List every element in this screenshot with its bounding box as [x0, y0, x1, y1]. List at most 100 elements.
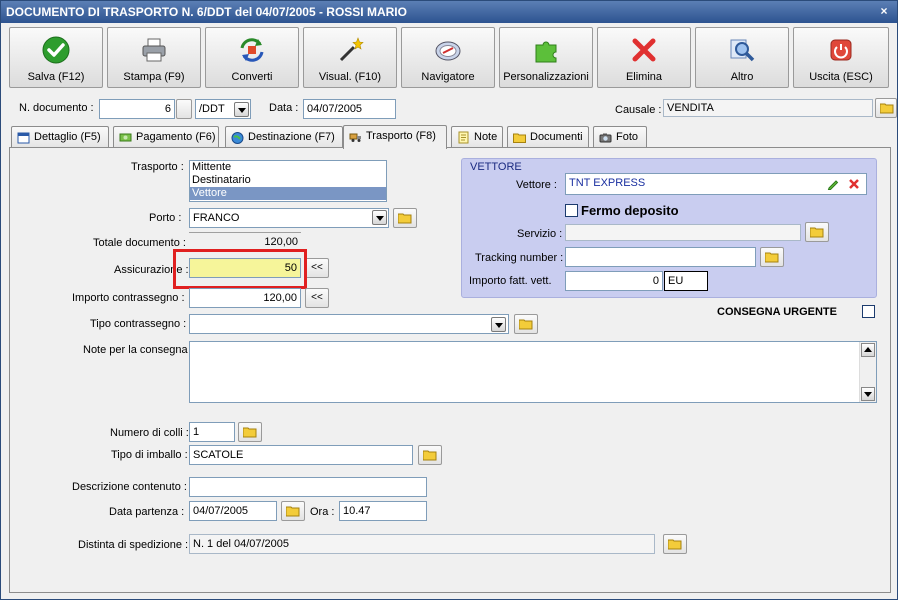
delete-x-icon — [632, 38, 656, 62]
folder-icon — [765, 252, 779, 263]
fermo-deposito-label: Fermo deposito — [581, 203, 679, 218]
toolbar: Salva (F12) Stampa (F9) Converti Visual.… — [1, 23, 897, 91]
contrassegno-shift-button[interactable]: << — [305, 288, 329, 308]
trasporto-option-destinatario[interactable]: Destinatario — [190, 174, 386, 187]
tab-dettaglio-label: Dettaglio (F5) — [34, 131, 101, 143]
document-number-field[interactable]: 6 — [99, 99, 175, 119]
title-bar[interactable]: DOCUMENTO DI TRASPORTO N. 6/DDT del 04/0… — [1, 1, 897, 23]
puzzle-icon — [535, 41, 557, 63]
tracking-number-label: Tracking number : — [475, 252, 564, 264]
importo-fatt-vettore-field[interactable]: 0 — [565, 271, 663, 291]
trasporto-option-mittente[interactable]: Mittente — [190, 161, 386, 174]
convert-button[interactable]: Converti — [205, 27, 299, 88]
causale-field[interactable]: VENDITA — [663, 99, 873, 117]
folder-icon — [519, 319, 533, 330]
tab-note[interactable]: Note — [451, 126, 503, 148]
partenza-folder-button[interactable] — [281, 501, 305, 521]
tab-foto[interactable]: Foto — [593, 126, 647, 148]
currency-field[interactable]: EU — [664, 271, 708, 291]
tracking-folder-button[interactable] — [760, 247, 784, 267]
trasporto-option-vettore[interactable]: Vettore — [190, 187, 386, 200]
delete-label: Elimina — [625, 71, 663, 83]
tab-destinazione[interactable]: Destinazione (F7) — [225, 126, 343, 148]
importo-contrassegno-field[interactable]: 120,00 — [189, 288, 301, 308]
document-number-spinner[interactable] — [176, 99, 192, 119]
note-scrollbar[interactable] — [859, 342, 876, 402]
tab-pagamento[interactable]: Pagamento (F6) — [113, 126, 219, 148]
fermo-deposito-checkbox[interactable] — [565, 204, 578, 217]
vettore-group-title: VETTORE — [470, 161, 522, 173]
navigator-button[interactable]: Navigatore — [401, 27, 495, 88]
porto-folder-button[interactable] — [393, 208, 417, 228]
tipo-imballo-field[interactable]: SCATOLE — [189, 445, 413, 465]
folder-icon — [286, 506, 300, 517]
document-number-label: N. documento : — [19, 102, 94, 114]
servizio-label: Servizio : — [517, 228, 563, 240]
ora-label: Ora : — [310, 506, 335, 518]
convert-label: Converti — [231, 71, 273, 83]
consegna-urgente-label: CONSEGNA URGENTE — [717, 306, 837, 318]
numero-colli-field[interactable]: 1 — [189, 422, 235, 442]
money-icon — [119, 133, 132, 142]
highlight-box — [173, 249, 307, 289]
scroll-up-arrow[interactable] — [861, 343, 875, 357]
window: DOCUMENTO DI TRASPORTO N. 6/DDT del 04/0… — [0, 0, 898, 600]
magic-wand-icon — [339, 37, 364, 62]
folder-icon — [880, 103, 894, 114]
compass-icon — [435, 41, 461, 61]
note-consegna-label: Note per la consegna — [83, 344, 188, 356]
porto-dropdown-arrow[interactable] — [372, 210, 387, 225]
folder-icon — [243, 427, 257, 438]
note-consegna-textarea[interactable] — [189, 341, 877, 403]
exit-label: Uscita (ESC) — [809, 71, 873, 83]
series-dropdown-arrow[interactable] — [234, 102, 249, 117]
tipo-contrassegno-folder-button[interactable] — [514, 314, 538, 334]
ora-field[interactable]: 10.47 — [339, 501, 427, 521]
document-date-field[interactable]: 04/07/2005 — [303, 99, 396, 119]
trasporto-listbox[interactable]: Mittente Destinatario Vettore — [189, 160, 387, 202]
folder-icon — [513, 133, 526, 143]
tab-dettaglio[interactable]: Dettaglio (F5) — [11, 126, 109, 148]
exit-button[interactable]: Uscita (ESC) — [793, 27, 889, 88]
assicurazione-shift-button[interactable]: << — [305, 258, 329, 278]
distinta-spedizione-field[interactable]: N. 1 del 04/07/2005 — [189, 534, 655, 554]
tipo-contrassegno-dropdown-arrow[interactable] — [491, 317, 506, 332]
scroll-down-arrow[interactable] — [861, 387, 875, 401]
totale-documento-value: 120,00 — [189, 232, 301, 250]
print-button[interactable]: Stampa (F9) — [107, 27, 201, 88]
save-label: Salva (F12) — [27, 71, 85, 83]
servizio-field[interactable] — [565, 224, 801, 241]
servizio-folder-button[interactable] — [805, 222, 829, 242]
porto-select[interactable]: FRANCO — [189, 208, 389, 228]
delete-button[interactable]: Elimina — [597, 27, 691, 88]
tab-trasporto[interactable]: Trasporto (F8) — [343, 125, 447, 149]
folder-icon — [423, 450, 437, 461]
clear-x-icon[interactable] — [848, 178, 860, 190]
power-icon — [830, 39, 852, 61]
distinta-folder-button[interactable] — [663, 534, 687, 554]
edit-pencil-icon[interactable] — [827, 178, 839, 190]
more-button[interactable]: Altro — [695, 27, 789, 88]
tracking-number-field[interactable] — [565, 247, 756, 267]
causale-folder-button[interactable] — [875, 98, 897, 118]
data-partenza-field[interactable]: 04/07/2005 — [189, 501, 277, 521]
colli-folder-button[interactable] — [238, 422, 262, 442]
consegna-urgente-checkbox[interactable] — [862, 305, 875, 318]
globe-icon — [231, 132, 244, 144]
vettore-field[interactable]: TNT EXPRESS — [565, 173, 867, 195]
porto-value: FRANCO — [193, 212, 240, 224]
close-icon[interactable]: × — [877, 4, 891, 18]
document-series-value: /DDT — [199, 103, 225, 115]
tipo-contrassegno-label: Tipo contrassegno : — [90, 318, 187, 330]
descrizione-contenuto-field[interactable] — [189, 477, 427, 497]
imballo-folder-button[interactable] — [418, 445, 442, 465]
tipo-contrassegno-select[interactable] — [189, 314, 509, 334]
customize-button[interactable]: Personalizzazioni — [499, 27, 593, 88]
tab-documenti[interactable]: Documenti — [507, 126, 589, 148]
preview-button[interactable]: Visual. (F10) — [303, 27, 397, 88]
window-title: DOCUMENTO DI TRASPORTO N. 6/DDT del 04/0… — [6, 5, 407, 19]
camera-icon — [599, 133, 612, 143]
porto-label: Porto : — [149, 212, 182, 224]
convert-icon — [240, 38, 264, 62]
save-button[interactable]: Salva (F12) — [9, 27, 103, 88]
